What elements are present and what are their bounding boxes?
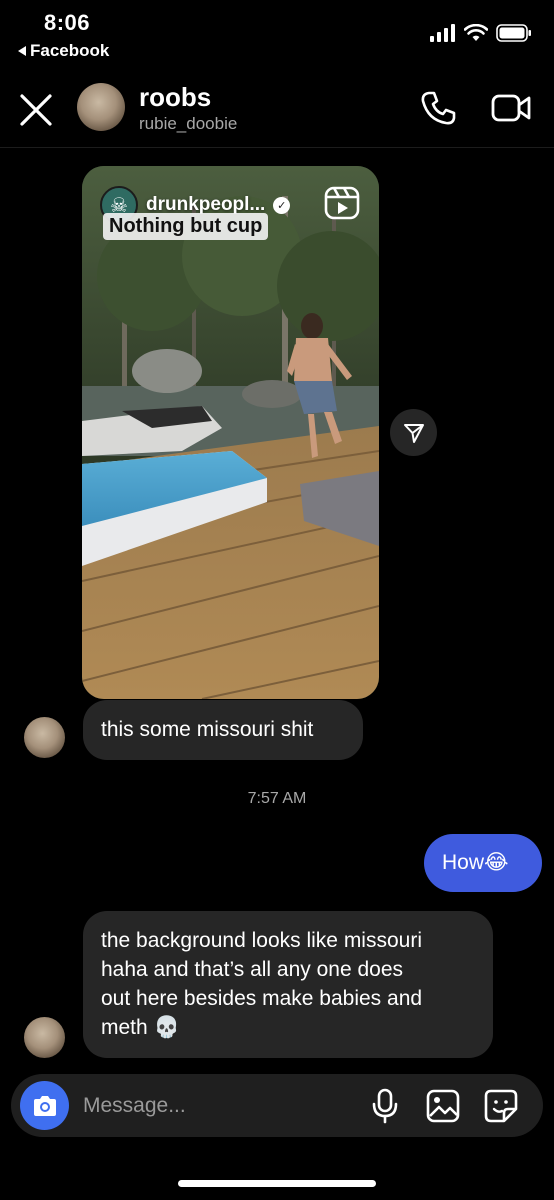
shared-reel[interactable]: ☠ drunkpeopl... ✓ Nothing but cup	[82, 166, 379, 699]
back-arrow-icon	[18, 46, 26, 56]
camera-icon	[33, 1095, 56, 1116]
message-input[interactable]	[83, 1090, 343, 1122]
message-timestamp: 7:57 AM	[247, 790, 307, 807]
reels-icon	[324, 186, 360, 220]
message-bubble-incoming[interactable]: this some missouri shit	[83, 700, 363, 760]
message-text-line: out here besides make babies and	[101, 987, 423, 1010]
close-icon[interactable]	[16, 90, 56, 130]
sender-avatar[interactable]	[24, 717, 65, 758]
message-text-line: haha and that’s all any one does	[101, 958, 404, 981]
message-bubble-outgoing[interactable]: How😂	[424, 834, 542, 892]
reel-thumbnail	[82, 166, 379, 699]
status-time: 8:06	[44, 10, 91, 35]
gallery-icon[interactable]	[425, 1088, 461, 1124]
video-camera-icon[interactable]	[490, 88, 532, 128]
phone-icon[interactable]	[418, 88, 458, 128]
message-bubble-incoming[interactable]: the background looks like missouri haha …	[83, 911, 493, 1058]
status-bar: 8:06 Facebook	[0, 0, 554, 70]
home-indicator[interactable]	[178, 1180, 376, 1187]
message-text: this some missouri shit	[101, 718, 314, 741]
message-text-line: meth 💀	[101, 1016, 180, 1039]
share-button[interactable]	[390, 409, 437, 456]
contact-name[interactable]: roobs	[139, 82, 211, 113]
camera-button[interactable]	[20, 1081, 69, 1130]
verified-icon: ✓	[273, 196, 291, 214]
sender-avatar[interactable]	[24, 1017, 65, 1058]
wifi-icon	[464, 24, 488, 41]
message-text-line: the background looks like missouri	[101, 929, 422, 952]
back-to-app-link[interactable]: Facebook	[18, 41, 109, 61]
microphone-icon[interactable]	[369, 1088, 401, 1124]
message-text: How😂	[442, 851, 509, 874]
signal-icon	[430, 24, 455, 42]
contact-username[interactable]: rubie_doobie	[139, 114, 237, 134]
message-composer	[11, 1074, 543, 1137]
battery-icon	[496, 24, 531, 42]
back-app-label: Facebook	[30, 41, 110, 60]
sticker-icon[interactable]	[483, 1088, 519, 1124]
reel-caption: Nothing but cup	[103, 213, 269, 240]
contact-avatar[interactable]	[77, 83, 125, 131]
share-icon	[403, 423, 424, 443]
system-icons	[430, 24, 532, 42]
chat-header: roobs rubie_doobie	[0, 70, 554, 148]
